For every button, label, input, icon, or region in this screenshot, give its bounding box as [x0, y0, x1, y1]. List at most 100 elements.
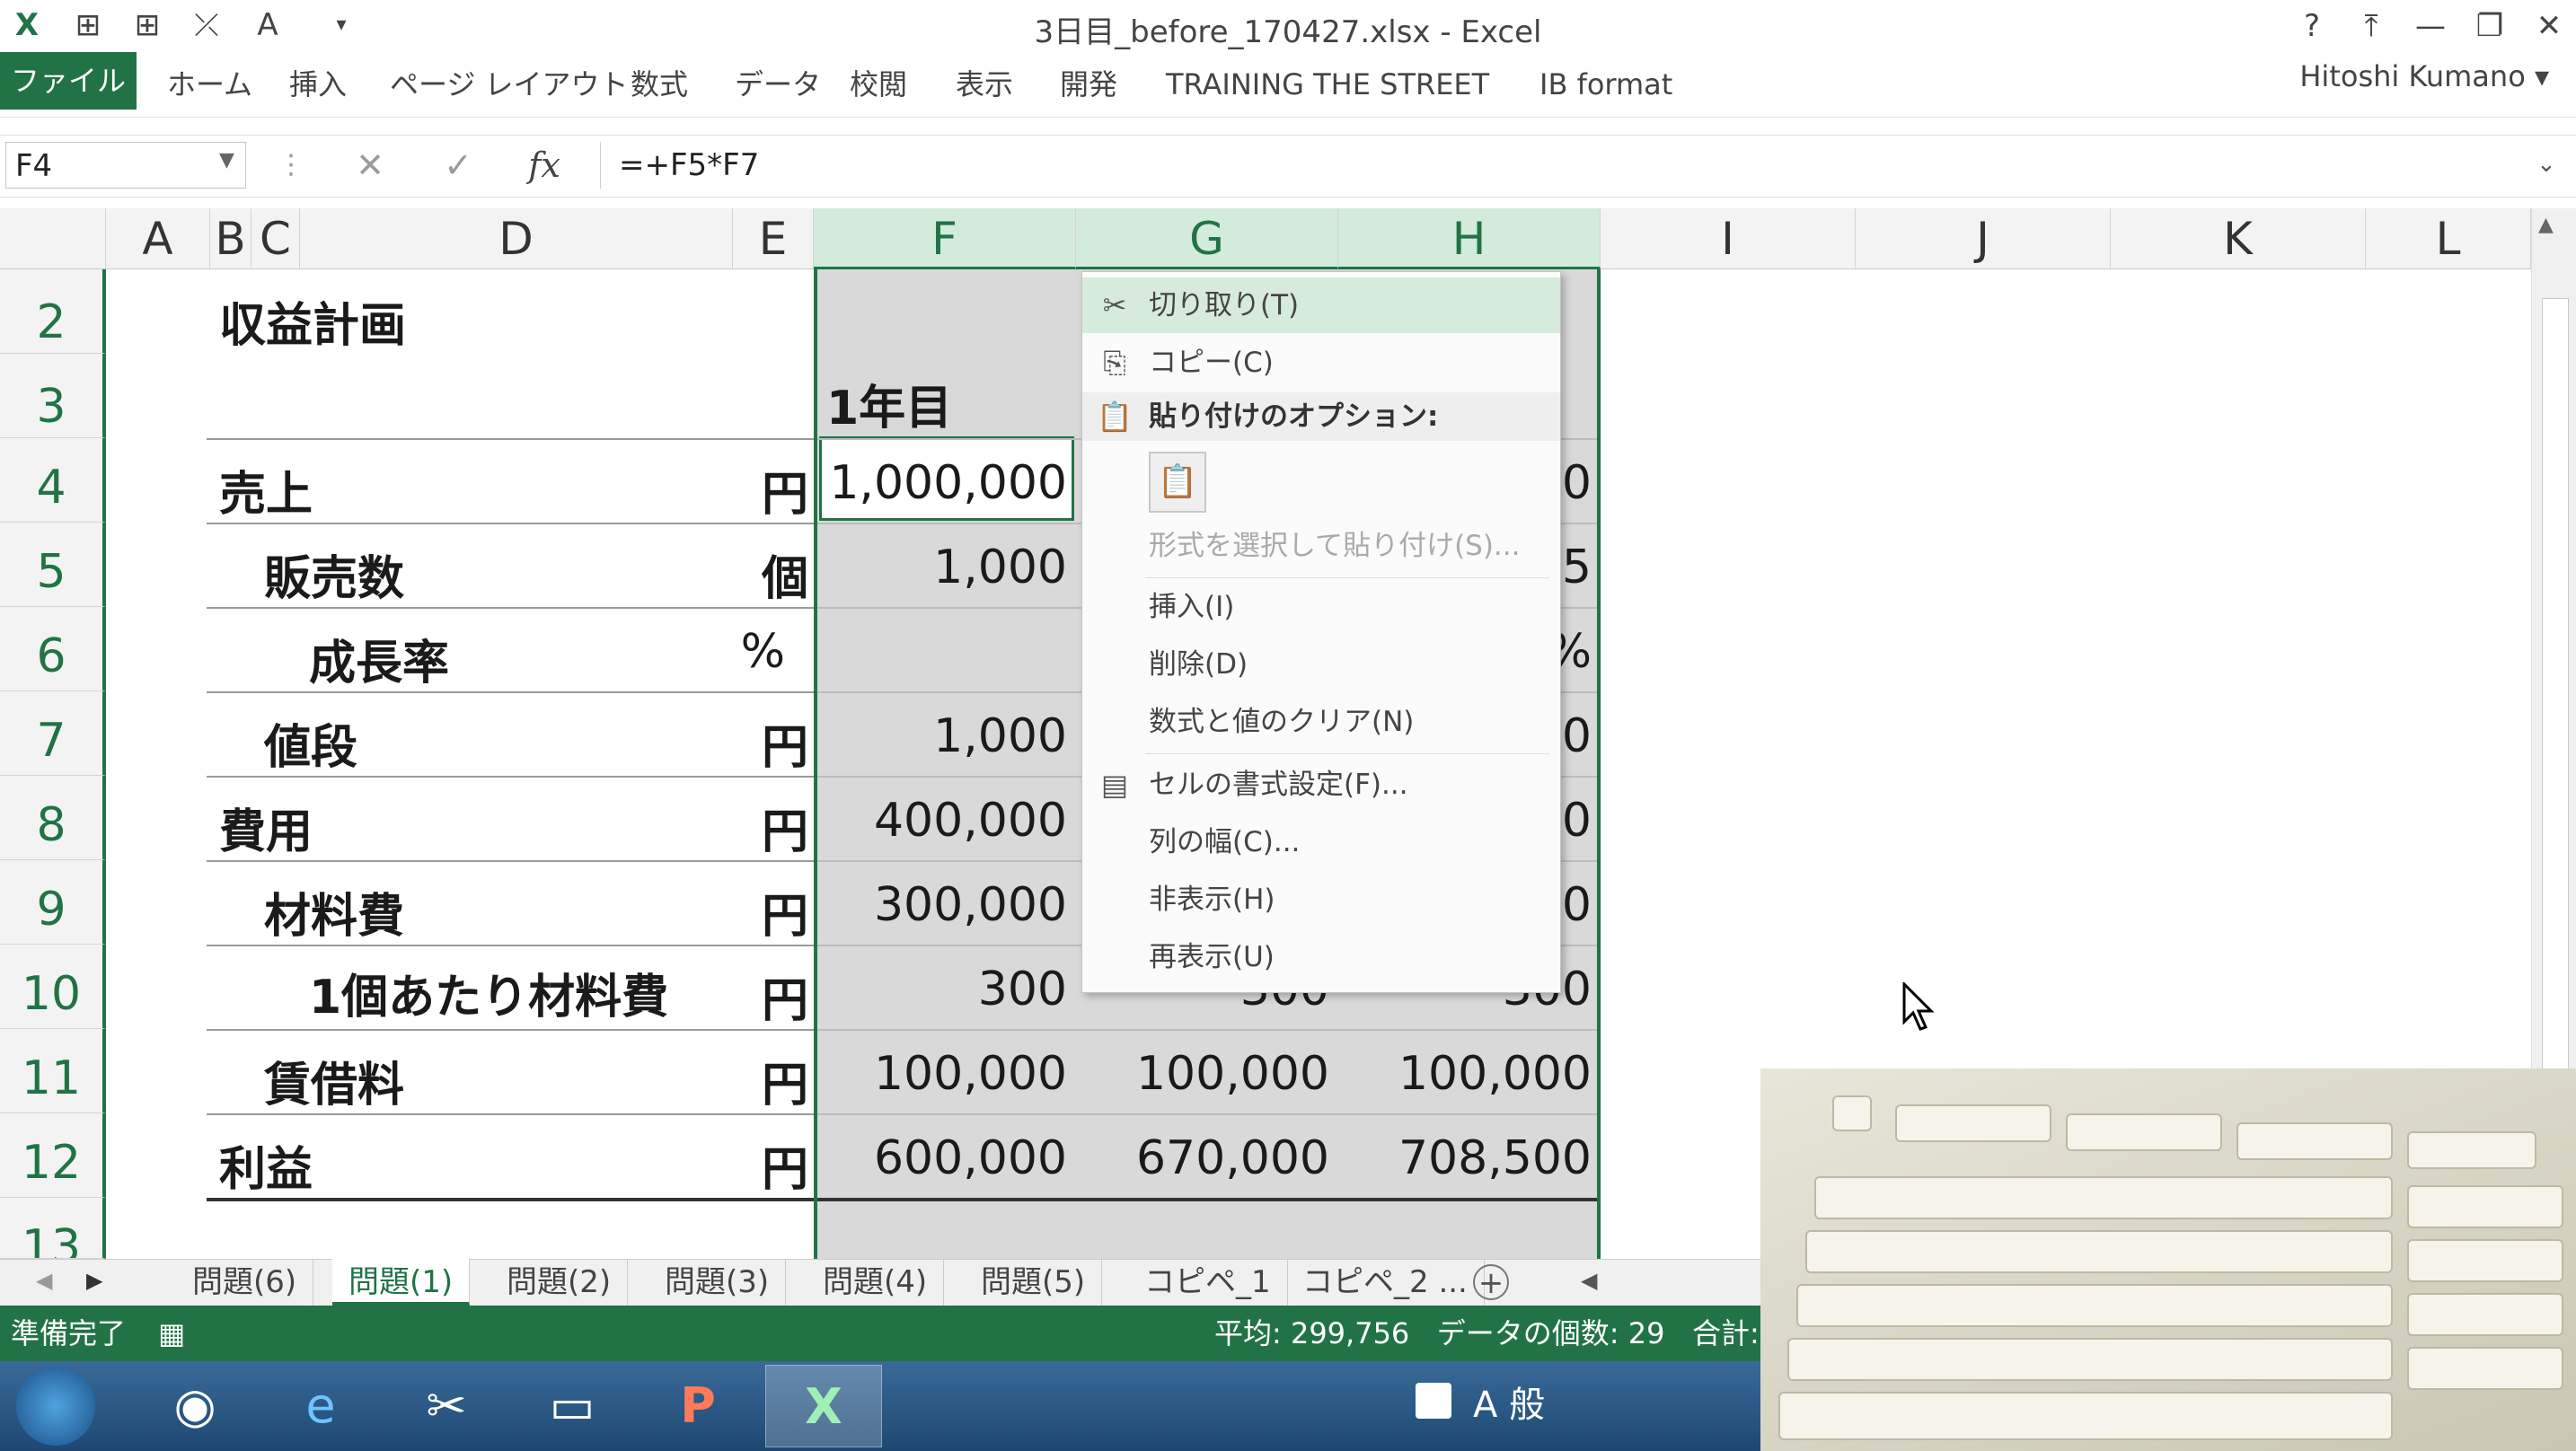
- cell-f12[interactable]: 600,000: [819, 1131, 1067, 1185]
- column-header-i[interactable]: I: [1601, 208, 1856, 269]
- row-header-4[interactable]: 4: [0, 438, 106, 523]
- chrome-icon[interactable]: ◉: [137, 1365, 253, 1447]
- tab-review[interactable]: 校閲: [850, 65, 907, 104]
- tab-file[interactable]: ファイル: [0, 52, 137, 110]
- tab-view[interactable]: 表示: [956, 65, 1013, 104]
- label-growth-rate[interactable]: 成長率: [309, 625, 449, 692]
- column-header-b[interactable]: B: [210, 208, 251, 269]
- tab-formulas[interactable]: 数式: [631, 65, 688, 104]
- column-header-f[interactable]: F: [814, 208, 1076, 269]
- row-header-6[interactable]: 6: [0, 607, 106, 691]
- tab-training-the-street[interactable]: TRAINING THE STREET: [1166, 65, 1489, 104]
- sheet-title[interactable]: 収益計画: [219, 287, 406, 355]
- label-sales[interactable]: 売上: [219, 456, 313, 523]
- label-material-cost-per-unit[interactable]: 1個あたり材料費: [309, 959, 668, 1026]
- column-header-d[interactable]: D: [300, 208, 733, 269]
- cell-f8[interactable]: 400,000: [819, 794, 1067, 848]
- label-rent[interactable]: 賃借料: [264, 1047, 404, 1114]
- menu-item-column-width[interactable]: 列の幅(C)...: [1082, 814, 1560, 870]
- cell-f9[interactable]: 300,000: [819, 878, 1067, 932]
- row-header-11[interactable]: 11: [0, 1029, 106, 1113]
- row-header-7[interactable]: 7: [0, 691, 106, 776]
- column-header-h[interactable]: H: [1338, 208, 1601, 269]
- close-button[interactable]: ✕: [2522, 4, 2576, 48]
- scroll-up-icon[interactable]: ▲: [2538, 214, 2554, 236]
- tab-page-layout[interactable]: ページ レイアウト: [390, 65, 629, 104]
- cell-f5[interactable]: 1,000: [819, 541, 1067, 594]
- menu-item-copy[interactable]: ⎘ コピー(C): [1082, 335, 1560, 391]
- tray-app-icon[interactable]: [1416, 1383, 1451, 1419]
- tab-scroll-left-icon[interactable]: ◀: [36, 1268, 52, 1293]
- cell-g12[interactable]: 670,000: [1081, 1131, 1329, 1185]
- label-material-cost[interactable]: 材料費: [264, 878, 404, 945]
- unit-cell[interactable]: 円: [737, 456, 808, 523]
- row-header-2[interactable]: 2: [0, 269, 106, 354]
- file-explorer-icon[interactable]: ▭: [514, 1365, 631, 1447]
- tab-developer[interactable]: 開発: [1060, 65, 1117, 104]
- menu-item-insert[interactable]: 挿入(I): [1082, 579, 1560, 635]
- cancel-icon[interactable]: ✕: [345, 142, 395, 189]
- sheet-tab[interactable]: 問題(6): [176, 1259, 314, 1306]
- start-button-icon[interactable]: [16, 1367, 95, 1446]
- unit-cell[interactable]: 円: [737, 709, 808, 777]
- row-header-9[interactable]: 9: [0, 860, 106, 945]
- cell-f10[interactable]: 300: [819, 963, 1067, 1016]
- unit-cell[interactable]: 円: [737, 963, 808, 1030]
- row-header-10[interactable]: 10: [0, 945, 106, 1029]
- label-costs[interactable]: 費用: [219, 794, 313, 861]
- column-header-l[interactable]: L: [2366, 208, 2531, 269]
- ime-indicator[interactable]: A 般: [1473, 1376, 1545, 1428]
- restore-button[interactable]: ❐: [2463, 4, 2517, 48]
- macro-record-icon[interactable]: ▦: [158, 1306, 185, 1361]
- sheet-tab[interactable]: 問題(5): [965, 1259, 1103, 1306]
- expand-formula-bar-icon[interactable]: ⌄: [2536, 151, 2556, 178]
- tab-insert[interactable]: 挿入: [289, 65, 347, 104]
- cell-h12[interactable]: 708,500: [1344, 1131, 1592, 1185]
- enter-icon[interactable]: ✓: [433, 142, 483, 189]
- label-price[interactable]: 値段: [264, 709, 357, 777]
- cell-f4[interactable]: 1,000,000: [819, 456, 1067, 510]
- cell-f11[interactable]: 100,000: [819, 1047, 1067, 1101]
- help-button[interactable]: ?: [2285, 4, 2339, 48]
- user-account[interactable]: Hitoshi Kumano ▾: [2299, 59, 2549, 93]
- status-summary[interactable]: 平均: 299,756 データの個数: 29 合計:: [1214, 1306, 1769, 1361]
- tab-home[interactable]: ホーム: [167, 65, 252, 104]
- menu-item-format-cells[interactable]: ▤ セルの書式設定(F)...: [1082, 757, 1560, 813]
- column-header-c[interactable]: C: [251, 208, 300, 269]
- row-header-8[interactable]: 8: [0, 776, 106, 860]
- formula-input[interactable]: =+F5*F7: [600, 142, 2531, 189]
- row-header-5[interactable]: 5: [0, 523, 106, 607]
- cell-g11[interactable]: 100,000: [1081, 1047, 1329, 1101]
- menu-item-cut[interactable]: ✂ 切り取り(T): [1082, 277, 1560, 333]
- sheet-tab[interactable]: コピペ_1: [1128, 1259, 1288, 1306]
- column-header-e[interactable]: E: [733, 208, 814, 269]
- year-header-1[interactable]: 1年目: [826, 370, 952, 437]
- column-header-j[interactable]: J: [1856, 208, 2111, 269]
- cell-f7[interactable]: 1,000: [819, 709, 1067, 763]
- sheet-tab[interactable]: 問題(4): [807, 1259, 945, 1306]
- vertical-scroll-thumb[interactable]: [2542, 298, 2569, 1090]
- column-header-k[interactable]: K: [2111, 208, 2366, 269]
- sheet-tab[interactable]: コピペ_2 ...: [1286, 1259, 1485, 1306]
- insert-function-icon[interactable]: fx: [519, 142, 569, 189]
- tab-ib-format[interactable]: IB format: [1539, 65, 1672, 104]
- label-units-sold[interactable]: 販売数: [264, 541, 404, 608]
- unit-cell[interactable]: 円: [737, 1131, 808, 1199]
- unit-cell[interactable]: %: [737, 625, 785, 679]
- sheet-tab[interactable]: 問題(2): [490, 1259, 629, 1306]
- menu-item-paste-special[interactable]: 形式を選択して貼り付け(S)...: [1082, 518, 1560, 574]
- menu-item-hide[interactable]: 非表示(H): [1082, 872, 1560, 928]
- menu-item-clear-contents[interactable]: 数式と値のクリア(N): [1082, 694, 1560, 750]
- internet-explorer-icon[interactable]: e: [262, 1365, 379, 1447]
- unit-cell[interactable]: 円: [737, 794, 808, 861]
- ribbon-display-button[interactable]: ⤒: [2344, 4, 2398, 48]
- powerpoint-icon[interactable]: P: [640, 1365, 756, 1447]
- add-sheet-icon[interactable]: +: [1473, 1264, 1509, 1300]
- unit-cell[interactable]: 個: [737, 541, 808, 608]
- row-header-12[interactable]: 12: [0, 1113, 106, 1198]
- select-all-corner[interactable]: [0, 208, 106, 269]
- menu-item-delete[interactable]: 削除(D): [1082, 637, 1560, 692]
- excel-taskbar-icon[interactable]: X: [765, 1365, 882, 1447]
- row-header-3[interactable]: 3: [0, 354, 106, 438]
- tab-scroll-right-icon[interactable]: ▶: [86, 1268, 102, 1293]
